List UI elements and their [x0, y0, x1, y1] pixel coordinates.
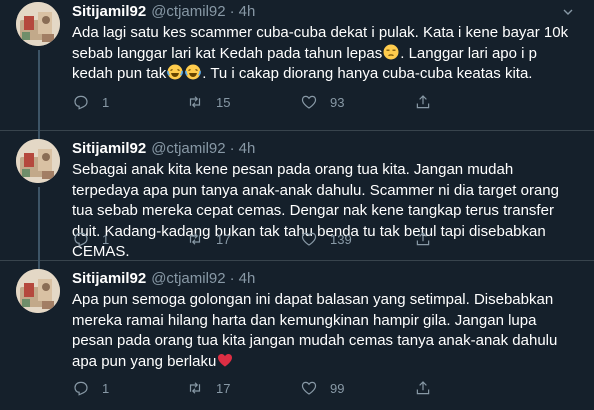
- like-button[interactable]: 93: [300, 93, 414, 111]
- like-count: 93: [330, 94, 345, 110]
- avatar[interactable]: [16, 139, 60, 183]
- thread-connector-line: [38, 131, 40, 139]
- like-button[interactable]: 139: [300, 230, 414, 248]
- tweet[interactable]: Sitijamil92 @ctjamil92 · 4h Ada lagi sat…: [0, 0, 594, 131]
- tweet[interactable]: Sitijamil92 @ctjamil92 · 4h Apa pun semo…: [0, 261, 594, 410]
- tears-of-joy-emoji-icon: [185, 64, 202, 80]
- retweet-button[interactable]: 17: [186, 230, 300, 248]
- timestamp[interactable]: 4h: [239, 2, 256, 22]
- like-count: 99: [330, 380, 345, 396]
- user-handle[interactable]: @ctjamil92: [151, 269, 225, 289]
- retweet-count: 17: [216, 380, 231, 396]
- tweet-actions: 1 17 99: [72, 378, 578, 398]
- retweet-count: 15: [216, 94, 231, 110]
- heart-icon: [301, 232, 317, 246]
- thread-connector-line: [38, 261, 40, 269]
- retweet-icon: [189, 233, 201, 245]
- display-name[interactable]: Sitijamil92: [72, 269, 146, 289]
- reply-button[interactable]: 1: [72, 93, 186, 111]
- reply-button[interactable]: 1: [72, 230, 186, 248]
- share-icon: [416, 381, 430, 395]
- heart-icon: [301, 95, 317, 109]
- heart-icon: [301, 381, 317, 395]
- tweet-actions: 1 15 93: [72, 92, 578, 112]
- share-button[interactable]: [414, 230, 444, 248]
- retweet-button[interactable]: 15: [186, 93, 300, 111]
- red-heart-emoji-icon: [217, 352, 233, 368]
- tweet-actions: 1 17 139: [72, 229, 578, 249]
- tweet-thread: Sitijamil92 @ctjamil92 · 4h Ada lagi sat…: [0, 0, 594, 410]
- reply-icon: [74, 381, 88, 396]
- display-name[interactable]: Sitijamil92: [72, 2, 146, 22]
- retweet-count: 17: [216, 231, 231, 247]
- separator-dot: ·: [229, 140, 235, 157]
- timestamp[interactable]: 4h: [239, 269, 256, 289]
- share-icon: [416, 95, 430, 109]
- avatar[interactable]: [16, 2, 60, 46]
- reply-count: 1: [102, 94, 110, 110]
- retweet-button[interactable]: 17: [186, 379, 300, 397]
- separator-dot: ·: [229, 3, 235, 20]
- like-button[interactable]: 99: [300, 379, 414, 397]
- share-button[interactable]: [414, 379, 444, 397]
- user-handle[interactable]: @ctjamil92: [151, 139, 225, 159]
- tweet[interactable]: Sitijamil92 @ctjamil92 · 4h Sebagai anak…: [0, 131, 594, 261]
- tears-of-joy-emoji-icon: [167, 64, 184, 80]
- tweet-text: Apa pun semoga golongan ini dapat balasa…: [72, 291, 558, 370]
- timestamp[interactable]: 4h: [239, 139, 256, 159]
- retweet-icon: [189, 382, 201, 394]
- tweet-text: Ada lagi satu kes scammer cuba-cuba deka…: [72, 24, 569, 82]
- retweet-icon: [189, 96, 201, 108]
- reply-button[interactable]: 1: [72, 379, 186, 397]
- unamused-face-emoji-icon: [383, 44, 399, 60]
- user-handle[interactable]: @ctjamil92: [151, 2, 225, 22]
- share-icon: [416, 232, 430, 246]
- reply-count: 1: [102, 380, 110, 396]
- reply-count: 1: [102, 231, 110, 247]
- separator-dot: ·: [229, 270, 235, 287]
- reply-icon: [74, 95, 88, 110]
- chevron-down-icon[interactable]: [558, 2, 578, 22]
- avatar[interactable]: [16, 269, 60, 313]
- share-button[interactable]: [414, 93, 444, 111]
- display-name[interactable]: Sitijamil92: [72, 139, 146, 159]
- reply-icon: [74, 232, 88, 247]
- like-count: 139: [330, 231, 352, 247]
